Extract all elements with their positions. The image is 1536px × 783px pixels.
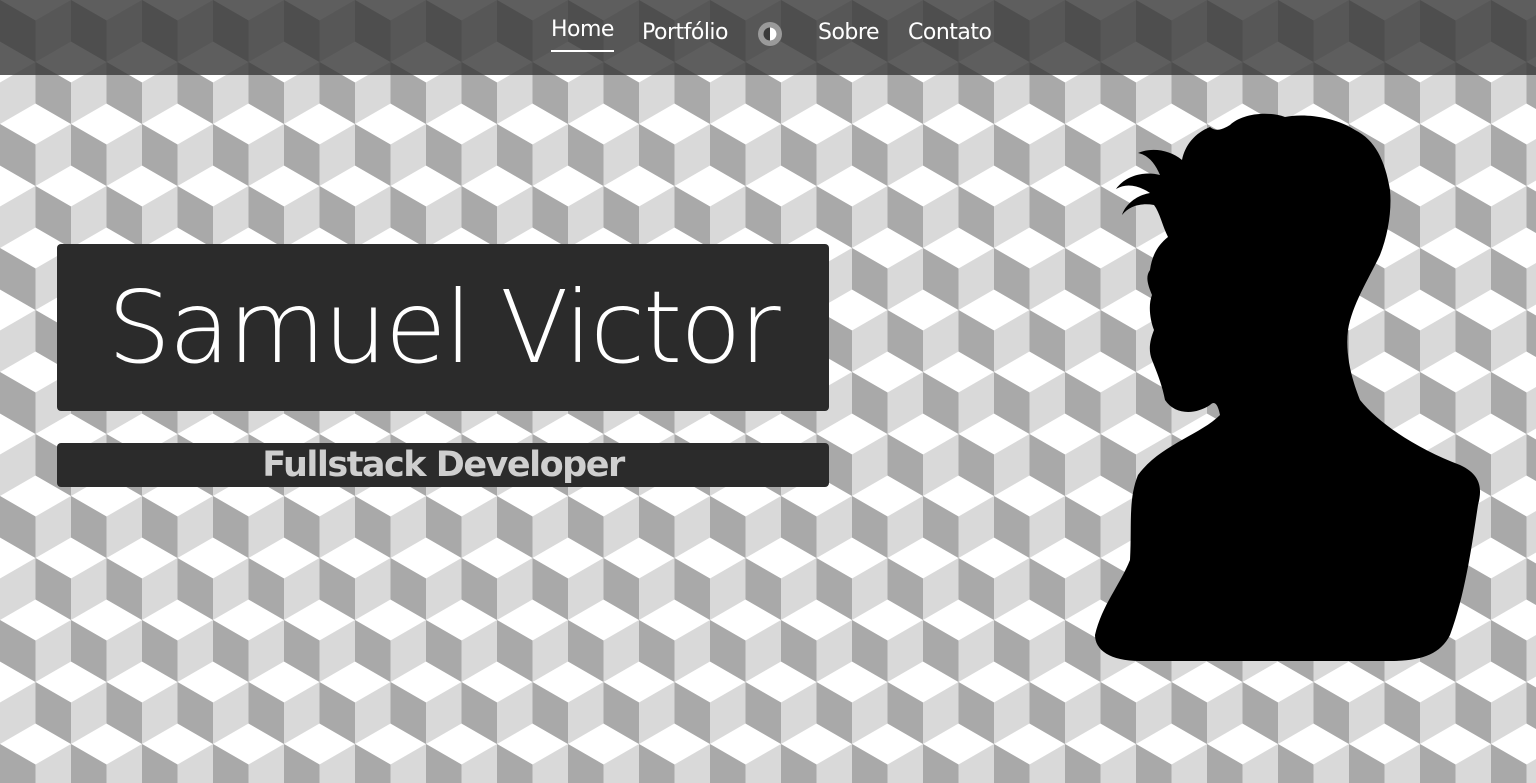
contrast-icon <box>758 22 782 46</box>
theme-toggle-button[interactable] <box>757 21 783 47</box>
hero-role: Fullstack Developer <box>262 445 625 485</box>
hero-name: Samuel Victor <box>107 269 780 386</box>
hero-name-box: Samuel Victor <box>57 244 829 411</box>
top-navbar: Home Portfólio Sobre Contato <box>0 0 1536 75</box>
hero-role-box: Fullstack Developer <box>57 443 829 487</box>
nav-home-link[interactable]: Home <box>551 17 614 52</box>
profile-silhouette <box>1095 113 1481 661</box>
nav-contato-link[interactable]: Contato <box>908 20 992 45</box>
nav-links: Home Portfólio Sobre Contato <box>0 0 1536 75</box>
nav-sobre-link[interactable]: Sobre <box>818 20 880 45</box>
nav-portfolio-link[interactable]: Portfólio <box>642 20 729 45</box>
